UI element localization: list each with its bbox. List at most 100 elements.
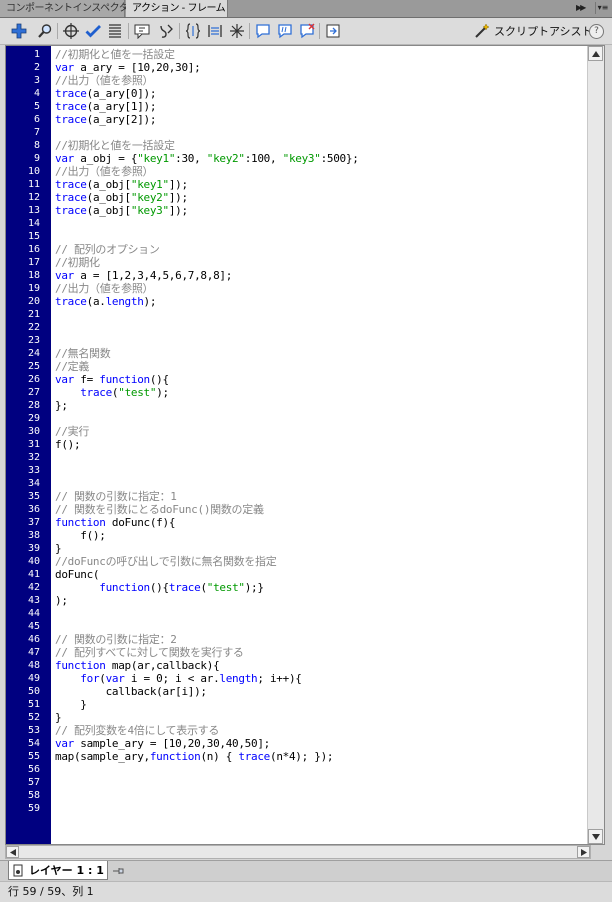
add-script-item-icon[interactable] xyxy=(10,22,28,40)
code-line[interactable]: //出力（値を参照） xyxy=(55,282,587,295)
code-line[interactable]: trace("test"); xyxy=(55,386,587,399)
code-line[interactable]: //doFuncの呼び出しで引数に無名関数を指定 xyxy=(55,555,587,568)
code-line[interactable] xyxy=(55,334,587,347)
code-line[interactable]: function doFunc(f){ xyxy=(55,516,587,529)
code-line[interactable]: function map(ar,callback){ xyxy=(55,659,587,672)
code-line[interactable] xyxy=(55,321,587,334)
code-line[interactable] xyxy=(55,217,587,230)
code-area[interactable]: //初期化と値を一括設定 var a_ary = [10,20,30];//出力（… xyxy=(55,46,587,844)
code-line[interactable]: //実行 xyxy=(55,425,587,438)
code-line[interactable]: f(); xyxy=(55,529,587,542)
code-token: f(); xyxy=(55,529,106,542)
code-line[interactable] xyxy=(55,464,587,477)
code-line[interactable]: trace(a_obj["key3"]); xyxy=(55,204,587,217)
code-line[interactable] xyxy=(55,763,587,776)
code-line[interactable]: var a = [1,2,3,4,5,6,7,8,8]; xyxy=(55,269,587,282)
layer-tab[interactable]: レイヤー 1 : 1 xyxy=(8,861,108,880)
code-line[interactable]: callback(ar[i]); xyxy=(55,685,587,698)
line-number: 36 xyxy=(27,504,40,515)
scroll-down-button[interactable] xyxy=(588,829,603,844)
code-line[interactable] xyxy=(55,308,587,321)
help-icon[interactable]: ? xyxy=(589,24,604,39)
remove-comment-icon[interactable] xyxy=(298,22,316,40)
code-line[interactable]: // 関数を引数にとるdoFunc()関数の定義 xyxy=(55,503,587,516)
code-line[interactable]: //出力（値を参照） xyxy=(55,74,587,87)
code-line[interactable] xyxy=(55,230,587,243)
collapse-between-braces-icon[interactable] xyxy=(184,22,202,40)
pin-script-icon[interactable] xyxy=(111,864,125,878)
code-line[interactable]: } xyxy=(55,698,587,711)
code-line[interactable] xyxy=(55,620,587,633)
collapse-panel-icon[interactable]: ▶▶ xyxy=(576,3,586,12)
code-line[interactable]: var a_obj = {"key1":30, "key2":100, "key… xyxy=(55,152,587,165)
find-icon[interactable] xyxy=(36,22,54,40)
code-line[interactable]: //無名関数 xyxy=(55,347,587,360)
code-line[interactable] xyxy=(55,451,587,464)
collapse-selection-icon[interactable] xyxy=(206,22,224,40)
code-line[interactable]: f(); xyxy=(55,438,587,451)
code-token: ); xyxy=(143,295,157,308)
code-line[interactable]: //出力（値を参照） xyxy=(55,165,587,178)
code-token: //定義 xyxy=(55,360,90,373)
vertical-scrollbar[interactable] xyxy=(587,46,604,844)
code-line[interactable]: }; xyxy=(55,399,587,412)
check-syntax-icon[interactable] xyxy=(84,22,102,40)
code-line[interactable] xyxy=(55,789,587,802)
code-line[interactable] xyxy=(55,776,587,789)
code-line[interactable]: doFunc( xyxy=(55,568,587,581)
code-line[interactable] xyxy=(55,477,587,490)
actions-toolbar: スクリプトアシスト ? xyxy=(0,18,612,45)
scroll-left-button[interactable] xyxy=(6,846,19,858)
tab-actions-frame[interactable]: アクション - フレーム xyxy=(126,0,228,17)
code-line[interactable]: // 関数の引数に指定：2 xyxy=(55,633,587,646)
horizontal-scrollbar[interactable] xyxy=(5,845,591,859)
script-editor[interactable]: 1 2 3 4 5 6 7 8 9 10 11 12 13 14 15 16 17 18 19 20 21 22 23 24 2… xyxy=(5,45,605,845)
apply-block-comment-icon[interactable] xyxy=(254,22,272,40)
apply-line-comment-icon[interactable] xyxy=(276,22,294,40)
code-line[interactable]: trace(a_obj["key2"]); xyxy=(55,191,587,204)
code-line[interactable]: var sample_ary = [10,20,30,40,50]; xyxy=(55,737,587,750)
code-line[interactable]: map(sample_ary,function(n) { trace(n*4);… xyxy=(55,750,587,763)
scroll-right-button[interactable] xyxy=(577,846,590,858)
code-line[interactable]: } xyxy=(55,711,587,724)
code-line[interactable]: var a_ary = [10,20,30]; xyxy=(55,61,587,74)
code-token: var xyxy=(105,672,125,685)
code-line[interactable]: var f= function(){ xyxy=(55,373,587,386)
code-line[interactable] xyxy=(55,802,587,815)
code-line[interactable]: trace(a.length); xyxy=(55,295,587,308)
line-number: 15 xyxy=(27,231,40,242)
code-line[interactable]: trace(a_obj["key1"]); xyxy=(55,178,587,191)
script-assist-button[interactable]: スクリプトアシスト xyxy=(474,22,593,40)
code-line[interactable] xyxy=(55,126,587,139)
code-line[interactable]: //初期化 xyxy=(55,256,587,269)
expand-all-icon[interactable] xyxy=(228,22,246,40)
debug-options-icon[interactable] xyxy=(157,22,175,40)
code-line[interactable]: ); xyxy=(55,594,587,607)
code-line[interactable] xyxy=(55,607,587,620)
code-token: doFunc(f){ xyxy=(105,516,176,529)
code-line[interactable]: function(){trace("test");} xyxy=(55,581,587,594)
insert-target-path-icon[interactable] xyxy=(62,22,80,40)
code-line[interactable]: trace(a_ary[2]); xyxy=(55,113,587,126)
code-line[interactable]: //初期化と値を一括設定 xyxy=(55,48,587,61)
code-line[interactable]: for(var i = 0; i < ar.length; i++){ xyxy=(55,672,587,685)
code-line[interactable]: //定義 xyxy=(55,360,587,373)
code-line[interactable]: } xyxy=(55,542,587,555)
code-line[interactable] xyxy=(55,412,587,425)
show-code-hint-icon[interactable] xyxy=(133,22,151,40)
show-hide-toolbox-icon[interactable] xyxy=(324,22,342,40)
code-line[interactable]: // 配列のオプション xyxy=(55,243,587,256)
panel-menu-icon[interactable]: ▾≡ xyxy=(595,2,610,14)
code-token: var xyxy=(55,373,74,386)
code-token: map(sample_ary, xyxy=(55,750,150,763)
tab-component-inspector[interactable]: コンポーネントインスペクタ xyxy=(0,0,129,17)
scroll-up-button[interactable] xyxy=(588,46,603,61)
auto-format-icon[interactable] xyxy=(106,22,124,40)
code-line[interactable]: // 関数の引数に指定：1 xyxy=(55,490,587,503)
code-line[interactable]: trace(a_ary[1]); xyxy=(55,100,587,113)
code-line[interactable]: // 配列すべてに対して関数を実行する xyxy=(55,646,587,659)
code-token: i = 0; i < ar. xyxy=(124,672,220,685)
code-line[interactable]: // 配列変数を4倍にして表示する xyxy=(55,724,587,737)
code-line[interactable]: //初期化と値を一括設定 xyxy=(55,139,587,152)
code-line[interactable]: trace(a_ary[0]); xyxy=(55,87,587,100)
